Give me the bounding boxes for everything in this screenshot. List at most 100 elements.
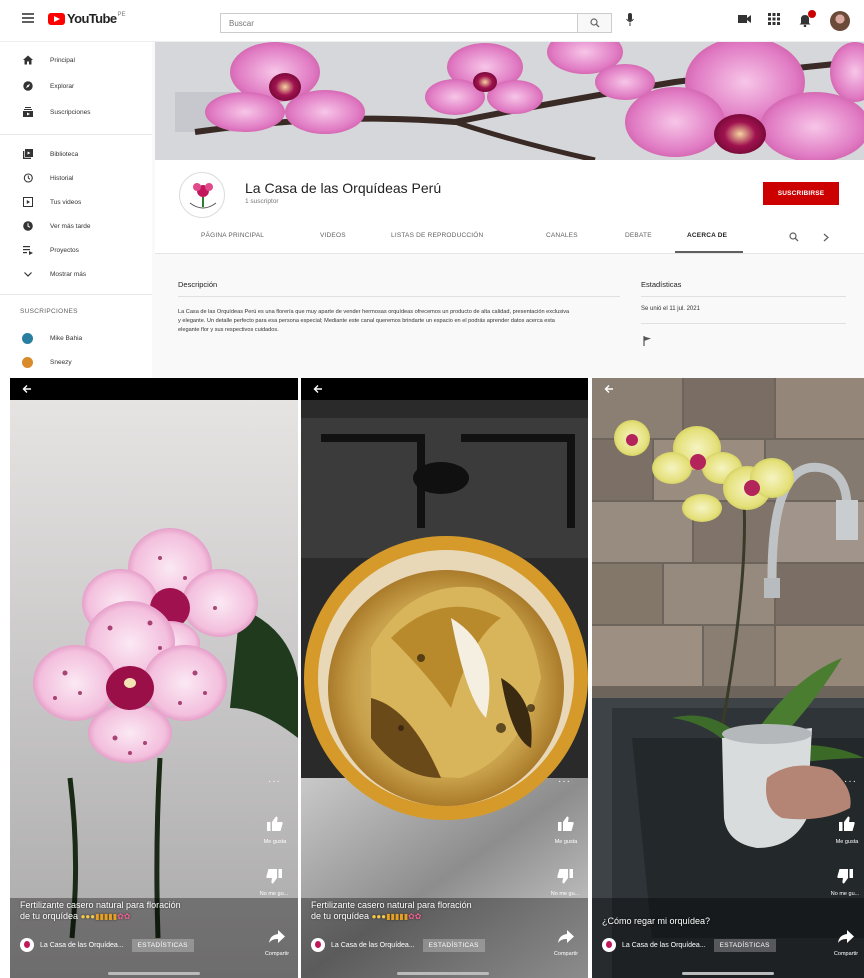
dislike-label: No me gu... [830, 891, 860, 897]
dislike-button[interactable]: No me gu... [254, 868, 294, 897]
chevron-right-icon[interactable] [823, 233, 829, 242]
short-video-1[interactable]: ··· Me gusta No me gu... Fertilizante ca… [10, 378, 298, 978]
like-button[interactable]: Me gusta [549, 816, 583, 845]
dislike-button[interactable]: No me gu... [826, 868, 864, 897]
home-indicator [682, 972, 774, 975]
thumbs-up-icon [839, 816, 855, 831]
thumbs-down-icon [837, 869, 853, 884]
short-video-3[interactable]: ··· Me gusta No me gu... ¿Cómo regar mi … [592, 378, 864, 978]
tab-canales[interactable]: CANALES [546, 232, 578, 239]
short-channel-name[interactable]: La Casa de las Orquídea... [40, 942, 124, 949]
subscriptions-icon [23, 107, 33, 117]
composite-screenshot: YouTube PE Principal Expl [0, 0, 864, 978]
short-video-2[interactable]: ··· Me gusta No me gu... Fertilizante ca… [301, 378, 588, 978]
subscription-name: Mike Bahia [50, 334, 83, 342]
library-icon [23, 149, 33, 159]
short-caption: Fertilizante casero natural para floraci… [311, 900, 472, 922]
subscribe-button[interactable]: SUSCRIBIRSE [763, 182, 839, 205]
menu-icon[interactable] [22, 13, 34, 23]
dislike-label: No me gu... [259, 891, 289, 897]
sidebar-item-biblioteca[interactable]: Biblioteca [0, 142, 152, 166]
explore-icon [23, 81, 33, 91]
top-bar: YouTube PE [0, 0, 864, 42]
youtube-logo[interactable]: YouTube PE [48, 11, 126, 26]
youtube-play-icon [48, 12, 65, 25]
short-channel-name[interactable]: La Casa de las Orquídea... [331, 942, 415, 949]
search-icon [590, 18, 600, 28]
subscription-avatar [22, 332, 33, 344]
tab-acerca-de[interactable]: ACERCA DE [687, 232, 727, 239]
subscription-avatar [22, 356, 33, 368]
sidebar-item-label: Proyectos [50, 246, 79, 254]
create-video-icon[interactable] [738, 13, 752, 25]
tab-pagina-principal[interactable]: PÁGINA PRINCIPAL [201, 232, 264, 239]
sidebar-item-label: Explorar [50, 82, 75, 90]
stats-button[interactable]: ESTADÍSTICAS [131, 938, 194, 952]
sidebar-divider [0, 134, 152, 135]
share-label: Compartir [264, 951, 290, 957]
sidebar-item-explorar[interactable]: Explorar [0, 74, 152, 98]
channel-search-icon[interactable] [789, 232, 799, 242]
sidebar-item-suscripciones[interactable]: Suscripciones [0, 100, 152, 124]
channel-description: La Casa de las Orquídeas Perú es una flo… [178, 309, 570, 333]
dislike-button[interactable]: No me gu... [545, 868, 585, 897]
youtube-channel-page: YouTube PE Principal Expl [0, 0, 864, 378]
back-arrow-icon[interactable] [313, 384, 323, 394]
share-arrow-icon [838, 930, 854, 943]
history-icon [23, 173, 33, 183]
channel-avatar[interactable] [602, 938, 616, 952]
share-button[interactable]: Compartir [545, 930, 587, 957]
short-channel-row: La Casa de las Orquídea... ESTADÍSTICAS [602, 938, 776, 952]
caption-line: ¿Cómo regar mi orquídea? [602, 916, 711, 926]
share-arrow-icon [269, 930, 285, 943]
search-button[interactable] [577, 14, 611, 32]
share-button[interactable]: Compartir [828, 930, 864, 957]
short-top-bar [10, 378, 298, 400]
microphone-icon[interactable] [626, 13, 634, 27]
channel-avatar[interactable] [20, 938, 34, 952]
like-label: Me gusta [835, 839, 859, 845]
orchid-logo-icon [189, 183, 217, 209]
more-options-icon[interactable]: ··· [844, 776, 857, 787]
more-options-icon[interactable]: ··· [268, 776, 281, 787]
tab-debate[interactable]: DEBATE [625, 232, 652, 239]
channel-avatar[interactable] [311, 938, 325, 952]
stats-button[interactable]: ESTADÍSTICAS [713, 938, 776, 952]
apps-grid-icon[interactable] [768, 13, 780, 25]
sidebar-item-proyectos[interactable]: Proyectos [0, 238, 152, 262]
flag-icon[interactable] [643, 336, 652, 346]
tab-listas-de-reproduccion[interactable]: LISTAS DE REPRODUCCIÓN [391, 232, 483, 239]
short-channel-name[interactable]: La Casa de las Orquídea... [622, 942, 706, 949]
channel-avatar[interactable] [179, 172, 225, 218]
sidebar-item-ver-mas-tarde[interactable]: Ver más tarde [0, 214, 152, 238]
sidebar-item-principal[interactable]: Principal [0, 48, 152, 72]
search-box [220, 13, 612, 33]
subscription-item-mike-bahia[interactable]: Mike Bahia [0, 326, 152, 350]
sidebar-item-tus-videos[interactable]: Tus videos [0, 190, 152, 214]
sidebar-item-mostrar-mas[interactable]: Mostrar más [0, 262, 152, 286]
thumbs-down-icon [266, 869, 282, 884]
tab-videos[interactable]: VIDEOS [320, 232, 346, 239]
more-options-icon[interactable]: ··· [558, 776, 571, 787]
short-top-bar [301, 378, 588, 400]
sidebar-item-historial[interactable]: Historial [0, 166, 152, 190]
back-arrow-icon[interactable] [22, 384, 32, 394]
divider [641, 296, 846, 297]
short-channel-row: La Casa de las Orquídea... ESTADÍSTICAS [20, 938, 194, 952]
thumbs-up-icon [558, 816, 574, 831]
like-button[interactable]: Me gusta [258, 816, 292, 845]
search-input[interactable] [221, 14, 577, 32]
subscription-name: Sneezy [50, 358, 72, 366]
account-avatar[interactable] [830, 11, 850, 31]
share-button[interactable]: Compartir [256, 930, 298, 957]
like-button[interactable]: Me gusta [830, 816, 864, 845]
stats-button[interactable]: ESTADÍSTICAS [422, 938, 485, 952]
back-arrow-icon[interactable] [604, 384, 614, 394]
divider [178, 296, 620, 297]
watch-later-icon [23, 221, 33, 231]
thumbs-up-icon [267, 816, 283, 831]
active-tab-indicator [675, 251, 743, 253]
sidebar-item-label: Mostrar más [50, 270, 87, 278]
your-videos-icon [23, 197, 33, 207]
subscription-item-sneezy[interactable]: Sneezy [0, 350, 152, 374]
